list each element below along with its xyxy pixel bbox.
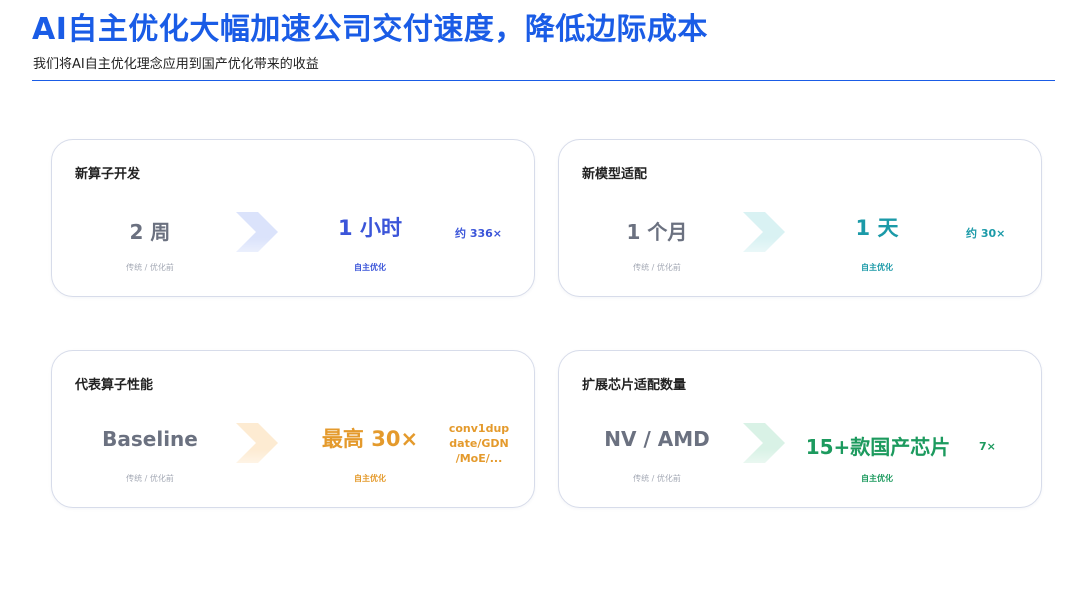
after-value: 15+款国产芯片 <box>805 435 951 459</box>
card-title: 新模型适配 <box>582 167 648 182</box>
before-value: 2 周 <box>129 220 171 244</box>
before-value: 1 个月 <box>626 220 688 244</box>
card-operator-performance: 代表算子性能 Baseline 传统 / 优化前 最高 30× 自主优化 con… <box>51 350 535 508</box>
after-value: 1 天 <box>855 216 899 240</box>
before-caption: 传统 / 优化前 <box>633 263 681 272</box>
card-title: 扩展芯片适配数量 <box>582 378 687 393</box>
card-title: 新算子开发 <box>75 167 141 182</box>
arrow-right-icon <box>743 423 785 481</box>
after-caption: 自主优化 <box>354 263 386 272</box>
title-divider <box>32 80 1055 81</box>
card-chip-adapt-count: 扩展芯片适配数量 NV / AMD 传统 / 优化前 15+款国产芯片 自主优化… <box>558 350 1042 508</box>
after-caption: 自主优化 <box>354 474 386 483</box>
card-title: 代表算子性能 <box>75 378 154 393</box>
before-caption: 传统 / 优化前 <box>633 474 681 483</box>
card-new-operator-dev: 新算子开发 2 周 传统 / 优化前 1 小时 自主优化 约 336× <box>51 139 535 297</box>
after-caption: 自主优化 <box>861 263 893 272</box>
operator-list-note: conv1dup date/GDN /MoE/... <box>448 422 510 465</box>
before-value: NV / AMD <box>604 427 710 451</box>
speedup-multiplier: 约 30× <box>966 227 1006 240</box>
before-caption: 传统 / 优化前 <box>126 474 174 483</box>
after-value: 1 小时 <box>338 216 402 240</box>
after-value: 最高 30× <box>321 427 419 451</box>
after-caption: 自主优化 <box>861 474 893 483</box>
page-subtitle: 我们将AI自主优化理念应用到国产优化带来的收益 <box>33 57 319 72</box>
before-caption: 传统 / 优化前 <box>126 263 174 272</box>
before-value: Baseline <box>102 427 198 451</box>
speedup-multiplier: 7× <box>979 440 996 453</box>
arrow-right-icon <box>236 423 278 481</box>
card-new-model-adapt: 新模型适配 1 个月 传统 / 优化前 1 天 自主优化 约 30× <box>558 139 1042 297</box>
arrow-right-icon <box>236 212 278 270</box>
speedup-multiplier: 约 336× <box>455 227 503 240</box>
page-title: AI自主优化大幅加速公司交付速度，降低边际成本 <box>32 12 708 47</box>
arrow-right-icon <box>743 212 785 270</box>
